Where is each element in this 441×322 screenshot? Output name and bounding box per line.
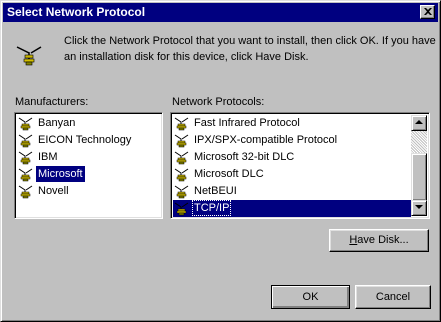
- instruction-text: Click the Network Protocol that you want…: [64, 35, 436, 63]
- manufacturer-item-label: Novell: [38, 185, 69, 197]
- manufacturer-item-label: Banyan: [38, 117, 76, 129]
- manufacturers-list[interactable]: Banyan EICON Technology IBM Microsoft Novell: [14, 112, 163, 219]
- network-protocol-icon: [174, 185, 189, 199]
- protocol-item[interactable]: NetBEUI: [173, 183, 411, 200]
- arrow-down-icon: [415, 205, 423, 209]
- select-network-protocol-dialog: Select Network Protocol Click the Networ…: [0, 0, 441, 322]
- protocol-item[interactable]: IPX/SPX-compatible Protocol: [173, 132, 411, 149]
- window-title: Select Network Protocol: [7, 5, 146, 19]
- manufacturer-item[interactable]: Novell: [17, 183, 160, 200]
- protocol-item-label: Fast Infrared Protocol: [194, 117, 300, 129]
- ok-button[interactable]: OK: [271, 285, 350, 309]
- arrow-up-icon: [415, 120, 423, 124]
- protocol-item-label: TCP/IP: [192, 200, 232, 216]
- manufacturer-item[interactable]: Microsoft: [17, 166, 160, 183]
- close-button[interactable]: [420, 5, 435, 19]
- network-protocol-icon: [174, 134, 189, 148]
- scroll-down-button[interactable]: [411, 200, 427, 216]
- network-protocol-icon: [18, 168, 33, 182]
- protocol-item-label: IPX/SPX-compatible Protocol: [194, 134, 338, 146]
- manufacturer-item-label: IBM: [38, 151, 58, 163]
- scroll-thumb[interactable]: [411, 153, 427, 201]
- network-protocol-icon: [174, 168, 189, 182]
- scroll-up-button[interactable]: [411, 115, 427, 131]
- manufacturer-item-label: EICON Technology: [38, 134, 132, 146]
- network-protocol-icon: [18, 151, 33, 165]
- manufacturer-item[interactable]: EICON Technology: [17, 132, 160, 149]
- protocols-label: Network Protocols:: [172, 96, 265, 108]
- ok-label: OK: [302, 291, 319, 303]
- network-protocol-icon: [174, 117, 189, 131]
- network-protocol-icon: [16, 46, 42, 66]
- have-disk-label: ave Disk...: [357, 234, 409, 246]
- protocol-item[interactable]: TCP/IP: [173, 200, 411, 217]
- protocol-item[interactable]: Microsoft 32-bit DLC: [173, 149, 411, 166]
- protocol-item-label: Microsoft 32-bit DLC: [194, 151, 295, 163]
- protocol-item[interactable]: Microsoft DLC: [173, 166, 411, 183]
- network-protocol-icon: [174, 202, 189, 216]
- protocols-list[interactable]: Fast Infrared Protocol IPX/SPX-compatible…: [170, 112, 430, 219]
- manufacturer-item-label: Microsoft: [36, 166, 85, 182]
- network-protocol-icon: [18, 134, 33, 148]
- protocol-item-label: Microsoft DLC: [194, 168, 264, 180]
- manufacturer-item[interactable]: IBM: [17, 149, 160, 166]
- title-bar[interactable]: Select Network Protocol: [3, 3, 438, 22]
- network-protocol-icon: [18, 185, 33, 199]
- protocols-scrollbar[interactable]: [411, 115, 427, 216]
- network-protocol-icon: [18, 117, 33, 131]
- protocol-item[interactable]: Fast Infrared Protocol: [173, 115, 411, 132]
- network-protocol-icon: [174, 151, 189, 165]
- protocol-item-label: NetBEUI: [194, 185, 237, 197]
- cancel-button[interactable]: Cancel: [355, 285, 431, 309]
- cancel-label: Cancel: [375, 291, 411, 303]
- manufacturer-item[interactable]: Banyan: [17, 115, 160, 132]
- close-icon: [424, 8, 432, 15]
- have-disk-button[interactable]: Have Disk...: [329, 229, 429, 252]
- manufacturers-label: Manufacturers:: [15, 96, 89, 108]
